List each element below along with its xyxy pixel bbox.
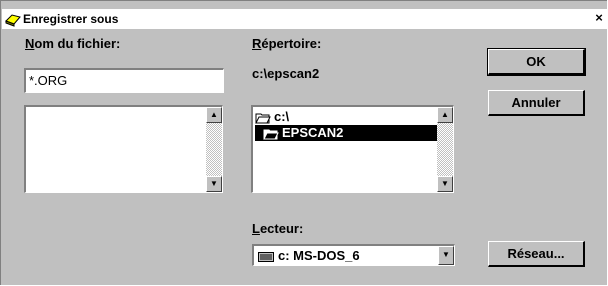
current-directory-path: c:\epscan2 — [252, 66, 320, 81]
filename-input[interactable]: *.ORG — [24, 68, 224, 93]
open-folder-icon — [263, 129, 279, 140]
title-bar[interactable]: Enregistrer sous × — [2, 9, 607, 29]
scroll-down-button[interactable]: ▼ — [206, 176, 222, 192]
directory-item-root[interactable]: c:\ — [255, 109, 289, 125]
drive-label: Lecteur: — [252, 221, 304, 236]
ok-button[interactable]: OK — [487, 48, 586, 76]
directory-label: Répertoire: — [252, 36, 322, 51]
filename-label: Nom du fichier: — [25, 36, 121, 51]
directory-list-scrollbar[interactable]: ▲ ▼ — [437, 107, 453, 192]
open-folder-icon — [255, 113, 271, 124]
close-icon[interactable]: × — [592, 11, 606, 25]
drive-icon — [258, 251, 274, 262]
drive-select[interactable]: c: MS-DOS_6 ▼ — [252, 244, 455, 266]
scroll-up-button[interactable]: ▲ — [206, 107, 222, 123]
directory-item-epscan2[interactable]: EPSCAN2 — [255, 125, 452, 141]
app-icon — [5, 14, 21, 27]
scroll-down-button[interactable]: ▼ — [437, 176, 453, 192]
cancel-button[interactable]: Annuler — [488, 90, 585, 116]
window-title: Enregistrer sous — [23, 12, 119, 26]
chevron-down-icon[interactable]: ▼ — [438, 246, 454, 265]
drive-value: c: MS-DOS_6 — [278, 248, 360, 263]
save-as-dialog: Enregistrer sous × Nom du fichier: *.ORG… — [0, 0, 607, 285]
directory-list[interactable]: c:\ EPSCAN2 ▲ ▼ — [251, 105, 454, 193]
network-button[interactable]: Réseau... — [488, 241, 585, 267]
file-list[interactable]: ▲ ▼ — [24, 105, 223, 193]
scroll-up-button[interactable]: ▲ — [437, 107, 453, 123]
file-list-scrollbar[interactable]: ▲ ▼ — [206, 107, 222, 192]
